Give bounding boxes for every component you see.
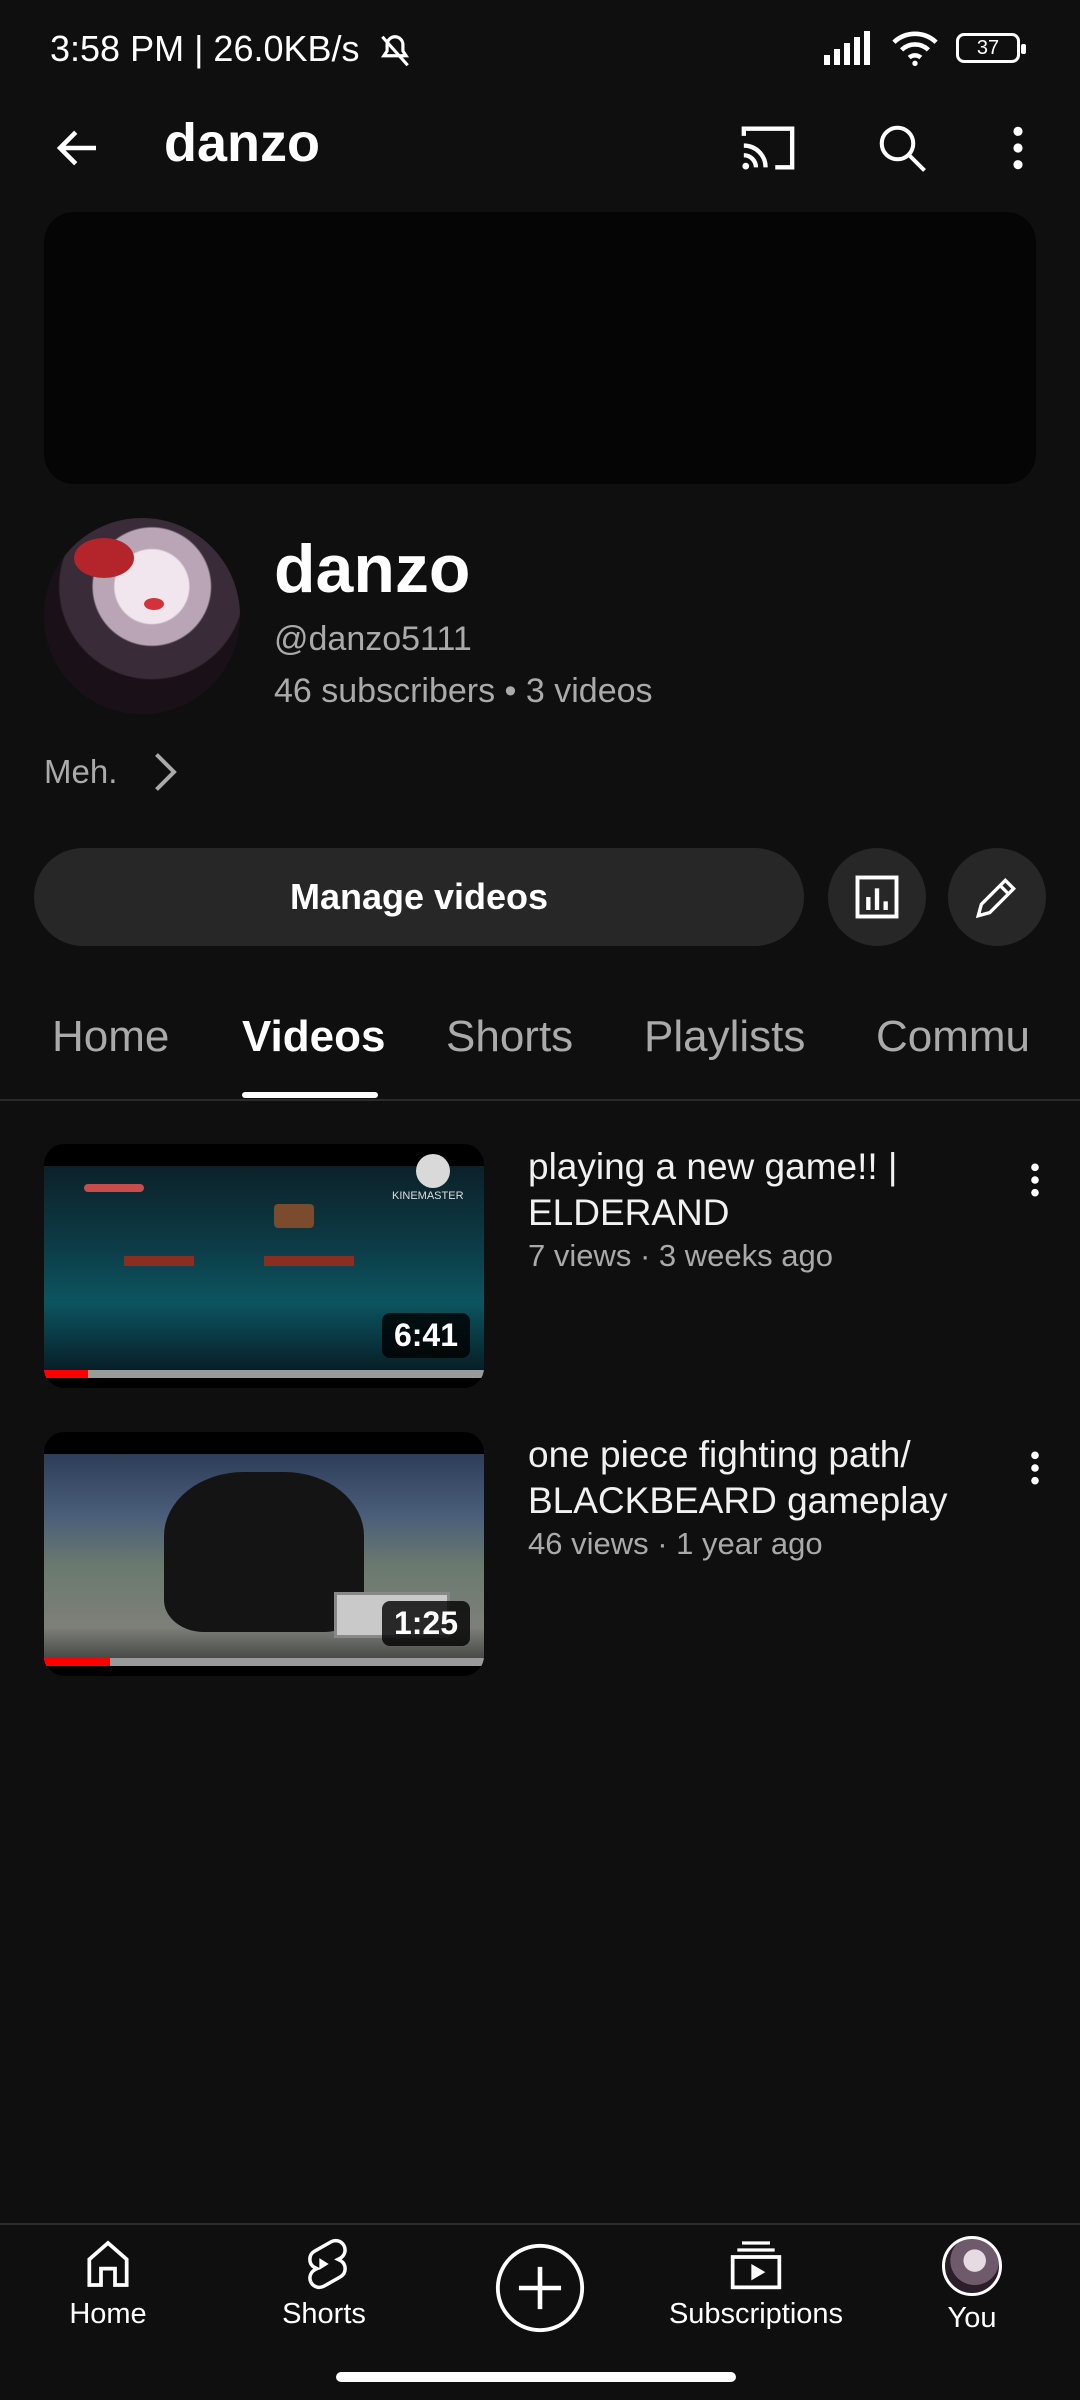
video-item[interactable]: KINEMASTER 6:41 playing a new game!! | E… bbox=[0, 1144, 1080, 1394]
video-meta: 46 views · 1 year ago bbox=[528, 1526, 823, 1561]
video-thumbnail[interactable]: KINEMASTER 6:41 bbox=[44, 1144, 484, 1388]
video-duration: 1:25 bbox=[381, 1601, 470, 1646]
active-tab-indicator bbox=[242, 1092, 378, 1098]
more-vert-icon bbox=[1013, 126, 1023, 170]
search-button[interactable] bbox=[870, 116, 934, 180]
nav-home-label: Home bbox=[69, 2298, 147, 2330]
back-arrow-icon bbox=[56, 130, 96, 166]
status-icons: 37 bbox=[824, 30, 1026, 66]
channel-avatar[interactable] bbox=[44, 518, 240, 714]
shorts-icon bbox=[308, 2238, 347, 2290]
tab-shorts[interactable]: Shorts bbox=[446, 1012, 573, 1062]
more-options-button[interactable] bbox=[988, 116, 1048, 180]
channel-tabs: Home Videos Shorts Playlists Commu bbox=[0, 1000, 1080, 1100]
tab-playlists[interactable]: Playlists bbox=[644, 1012, 805, 1062]
battery-level: 37 bbox=[976, 36, 1000, 59]
home-icon bbox=[87, 2240, 129, 2287]
cast-icon bbox=[741, 126, 795, 170]
watch-progress-fill bbox=[44, 1370, 88, 1378]
nav-shorts[interactable]: Shorts bbox=[224, 2236, 424, 2331]
back-button[interactable] bbox=[46, 116, 110, 180]
battery-icon: 37 bbox=[956, 33, 1026, 63]
mute-icon bbox=[380, 35, 409, 67]
more-vert-icon bbox=[1031, 1163, 1039, 1197]
watch-progress-track bbox=[44, 1370, 484, 1378]
more-vert-icon bbox=[1031, 1451, 1039, 1485]
video-meta: 7 views · 3 weeks ago bbox=[528, 1238, 833, 1273]
channel-banner bbox=[44, 212, 1036, 484]
nav-home[interactable]: Home bbox=[8, 2236, 208, 2331]
video-title[interactable]: playing a new game!! | ELDERAND bbox=[528, 1144, 998, 1236]
channel-description[interactable]: Meh. bbox=[44, 752, 178, 792]
search-icon bbox=[879, 125, 926, 172]
manage-videos-button[interactable]: Manage videos bbox=[34, 848, 804, 946]
channel-handle: @danzo5111 bbox=[274, 620, 472, 658]
wifi-icon bbox=[892, 31, 938, 66]
page-title: danzo bbox=[164, 113, 320, 173]
signal-icon bbox=[824, 31, 870, 65]
nav-you-label: You bbox=[947, 2302, 997, 2334]
chevron-right-icon bbox=[155, 753, 178, 791]
video-item[interactable]: 1:25 one piece fighting path/ BLACKBEARD… bbox=[0, 1432, 1080, 1682]
create-icon bbox=[495, 2243, 585, 2333]
tabs-divider bbox=[0, 1099, 1080, 1101]
nav-shorts-label: Shorts bbox=[282, 2298, 366, 2330]
analytics-button[interactable] bbox=[828, 848, 926, 946]
avatar bbox=[942, 2236, 1002, 2296]
edit-channel-button[interactable] bbox=[948, 848, 1046, 946]
pencil-icon bbox=[975, 877, 1017, 919]
nav-create[interactable] bbox=[440, 2242, 640, 2334]
video-thumbnail[interactable]: 1:25 bbox=[44, 1432, 484, 1676]
home-indicator[interactable] bbox=[336, 2372, 736, 2382]
subscriptions-icon bbox=[730, 2241, 782, 2290]
analytics-icon bbox=[855, 875, 899, 919]
video-title[interactable]: one piece fighting path/ BLACKBEARD game… bbox=[528, 1432, 998, 1524]
video-menu-button[interactable] bbox=[1020, 1150, 1050, 1210]
bottom-nav-divider bbox=[0, 2223, 1080, 2225]
video-duration: 6:41 bbox=[381, 1313, 470, 1358]
nav-subscriptions[interactable]: Subscriptions bbox=[656, 2236, 856, 2331]
cast-button[interactable] bbox=[736, 116, 800, 180]
status-time-speed: 3:58 PM | 26.0KB/s bbox=[50, 28, 414, 70]
tab-community[interactable]: Commu bbox=[876, 1012, 1030, 1062]
watch-progress-fill bbox=[44, 1658, 110, 1666]
kinemaster-logo bbox=[416, 1154, 450, 1188]
video-menu-button[interactable] bbox=[1020, 1438, 1050, 1498]
channel-name: danzo bbox=[274, 531, 471, 607]
watch-progress-track bbox=[44, 1658, 484, 1666]
tab-videos[interactable]: Videos bbox=[242, 1012, 385, 1062]
nav-you[interactable]: You bbox=[872, 2236, 1072, 2335]
status-text: 3:58 PM | 26.0KB/s bbox=[50, 28, 360, 69]
tab-home[interactable]: Home bbox=[52, 1012, 169, 1062]
description-text: Meh. bbox=[44, 753, 118, 790]
channel-stats: 46 subscribers • 3 videos bbox=[274, 672, 653, 710]
watermark-text: KINEMASTER bbox=[392, 1190, 464, 1202]
nav-subscriptions-label: Subscriptions bbox=[668, 2298, 844, 2330]
